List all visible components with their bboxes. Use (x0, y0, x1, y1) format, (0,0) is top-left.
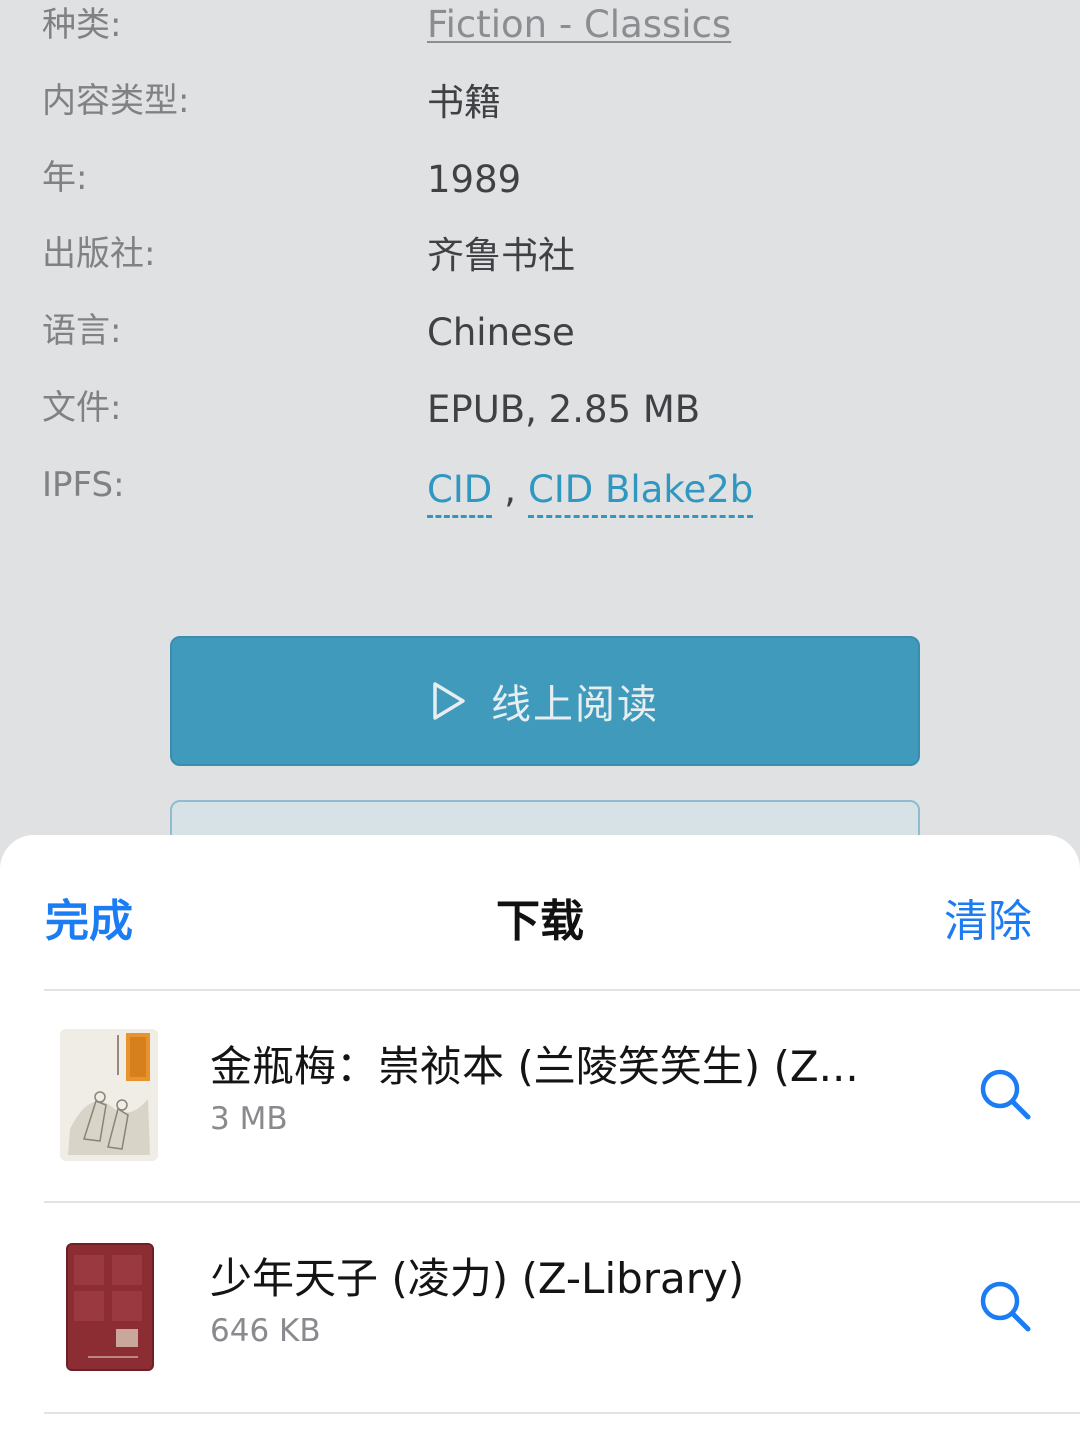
detail-row-ipfs: IPFS: CID, CID Blake2b (0, 460, 1080, 520)
detail-label: 语言: (42, 311, 122, 351)
detail-row-category: 种类: Fiction - Classics (0, 0, 1080, 60)
link-separator: , (504, 468, 517, 511)
sheet-title: 下载 (496, 896, 584, 947)
search-icon[interactable] (978, 1067, 1032, 1121)
book-cover (66, 1243, 154, 1371)
clear-button[interactable]: 清除 (944, 885, 1032, 949)
detail-row-content-type: 内容类型: 书籍 (0, 76, 1080, 136)
divider (44, 1412, 1080, 1414)
read-online-button[interactable]: 线上阅读 (170, 636, 920, 766)
ipfs-links: CID, CID Blake2b (427, 465, 754, 518)
detail-row-file: 文件: EPUB, 2.85 MB (0, 383, 1080, 443)
detail-label: 文件: (42, 388, 122, 428)
download-item[interactable]: 少年天子 (凌力) (Z-Library) 646 KB (0, 1203, 1080, 1413)
detail-value: 1989 (427, 158, 522, 201)
category-link[interactable]: Fiction - Classics (427, 0, 731, 50)
item-size: 3 MB (210, 1101, 288, 1137)
item-size: 646 KB (210, 1313, 321, 1349)
detail-label: 种类: (42, 5, 122, 45)
downloads-sheet: 完成 下载 清除 金瓶梅：崇祯本 (兰陵笑笑生) (Z... 3 MB 少年天子… (0, 835, 1080, 1440)
detail-value: 齐鲁书社 (427, 234, 575, 277)
play-icon (433, 682, 465, 720)
detail-label: 出版社: (42, 234, 156, 274)
detail-label: IPFS: (42, 465, 125, 505)
cid-link[interactable]: CID (427, 468, 493, 518)
detail-label: 年: (42, 158, 88, 198)
detail-value: EPUB, 2.85 MB (427, 388, 701, 431)
item-title: 少年天子 (凌力) (Z-Library) (210, 1254, 745, 1303)
detail-value: Chinese (427, 311, 575, 354)
detail-row-year: 年: 1989 (0, 153, 1080, 213)
cid-blake2b-link[interactable]: CID Blake2b (528, 468, 754, 518)
cover-pattern-icon (68, 1245, 152, 1369)
detail-row-publisher: 出版社: 齐鲁书社 (0, 229, 1080, 289)
book-cover (60, 1029, 158, 1161)
sheet-header: 完成 下载 清除 (0, 835, 1080, 990)
download-item[interactable]: 金瓶梅：崇祯本 (兰陵笑笑生) (Z... 3 MB (0, 991, 1080, 1201)
cover-illustration-icon (60, 1029, 158, 1161)
detail-value: 书籍 (427, 81, 501, 124)
detail-label: 内容类型: (42, 81, 190, 121)
read-online-label: 线上阅读 (491, 682, 659, 728)
search-icon[interactable] (978, 1279, 1032, 1333)
detail-row-language: 语言: Chinese (0, 306, 1080, 366)
item-title: 金瓶梅：崇祯本 (兰陵笑笑生) (Z... (210, 1042, 859, 1091)
